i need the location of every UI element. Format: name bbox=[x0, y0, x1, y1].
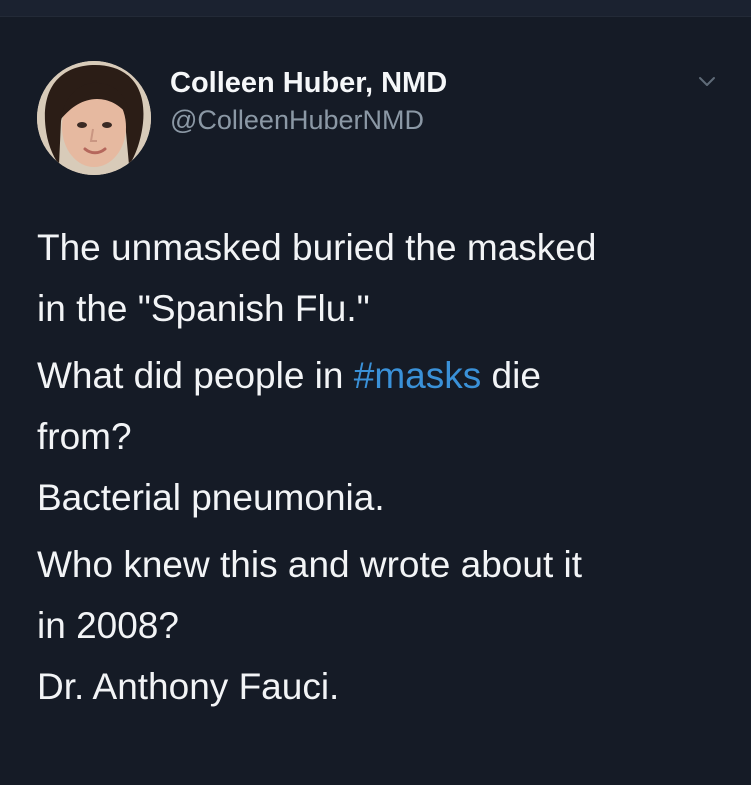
tweet-line: What did people in #masks die bbox=[37, 345, 727, 406]
avatar[interactable] bbox=[37, 61, 151, 175]
tweet-paragraph: The unmasked buried the masked in the "S… bbox=[37, 217, 727, 339]
avatar-image bbox=[37, 61, 151, 175]
text-segment: die bbox=[481, 355, 541, 396]
top-border bbox=[0, 0, 751, 17]
tweet-line: The unmasked buried the masked bbox=[37, 227, 597, 268]
tweet-line: Bacterial pneumonia. bbox=[37, 477, 385, 518]
tweet-card: Colleen Huber, NMD @ColleenHuberNMD The … bbox=[0, 17, 751, 785]
tweet-paragraph: Who knew this and wrote about it in 2008… bbox=[37, 534, 727, 717]
tweet-line: from? bbox=[37, 416, 132, 457]
tweet-line: in the "Spanish Flu." bbox=[37, 288, 370, 329]
chevron-down-icon[interactable] bbox=[694, 72, 720, 92]
tweet-line: in 2008? bbox=[37, 605, 179, 646]
text-segment: What did people in bbox=[37, 355, 354, 396]
author-block: Colleen Huber, NMD @ColleenHuberNMD bbox=[170, 65, 447, 137]
tweet-paragraph: What did people in #masks die from? Bact… bbox=[37, 345, 727, 528]
tweet-line: Who knew this and wrote about it bbox=[37, 544, 583, 585]
hashtag-link[interactable]: #masks bbox=[354, 355, 481, 396]
user-handle[interactable]: @ColleenHuberNMD bbox=[170, 103, 447, 137]
tweet-line: Dr. Anthony Fauci. bbox=[37, 666, 340, 707]
tweet-text: The unmasked buried the masked in the "S… bbox=[37, 217, 727, 717]
display-name[interactable]: Colleen Huber, NMD bbox=[170, 65, 447, 101]
